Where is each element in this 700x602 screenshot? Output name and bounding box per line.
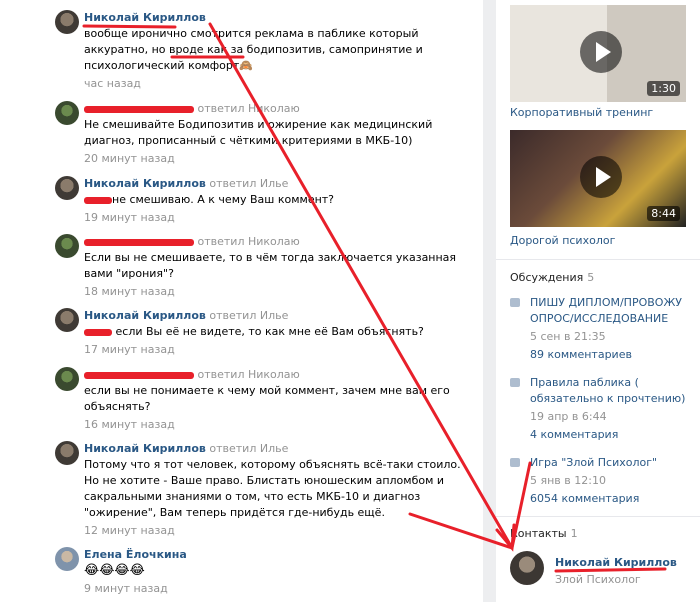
discussion-item[interactable]: Правила паблика ( обязательно к прочтени…	[510, 375, 700, 443]
comment-text: Потому что я тот человек, которому объяс…	[84, 458, 465, 519]
discussion-date: 19 апр в 6:44	[530, 410, 607, 423]
avatar[interactable]	[55, 101, 79, 125]
play-icon[interactable]	[580, 156, 622, 198]
discussion-title[interactable]: Игра "Злой Психолог"	[530, 455, 700, 471]
reply-to[interactable]: ответил Николаю	[198, 368, 300, 381]
right-sidebar: 1:30 Корпоративный тренинг 8:44 Дорогой …	[496, 0, 700, 602]
discussion-icon	[510, 298, 520, 307]
comment-text: Не смешивайте Бодипозитив и ожирение как…	[84, 118, 436, 147]
avatar[interactable]	[55, 10, 79, 34]
comment-time[interactable]: 16 минут назад	[84, 417, 464, 433]
reply-to[interactable]: ответил Николаю	[198, 235, 300, 248]
discussion-item[interactable]: ПИШУ ДИПЛОМ/ПРОВОЖУ ОПРОС/ИССЛЕДОВАНИЕ 5…	[510, 295, 700, 363]
comment-text: 😂😂😂😂	[84, 563, 145, 578]
comment-time[interactable]: 12 минут назад	[84, 523, 464, 539]
reply-to[interactable]: ответил Илье	[209, 442, 288, 455]
redacted-mention	[84, 196, 112, 204]
discussion-icon	[510, 458, 520, 467]
avatar[interactable]	[55, 441, 79, 465]
discussion-title[interactable]: ПИШУ ДИПЛОМ/ПРОВОЖУ ОПРОС/ИССЛЕДОВАНИЕ	[530, 295, 700, 327]
avatar[interactable]	[55, 308, 79, 332]
comment-text: Если вы не смешиваете, то в чём тогда за…	[84, 251, 460, 280]
video-duration: 8:44	[647, 206, 680, 221]
avatar[interactable]	[55, 234, 79, 258]
contacts-header[interactable]: Контакты 1	[510, 527, 578, 540]
comment-author[interactable]: Елена Ёлочкина	[84, 548, 187, 561]
divider	[496, 516, 700, 517]
avatar[interactable]	[55, 547, 79, 571]
reply-to[interactable]: ответил Илье	[209, 177, 288, 190]
redacted-author	[84, 105, 194, 113]
comment-author[interactable]: Николай Кириллов	[84, 442, 206, 455]
play-icon[interactable]	[580, 31, 622, 73]
redacted-mention	[84, 328, 112, 336]
redacted-author	[84, 371, 194, 379]
reply-to[interactable]: ответил Николаю	[198, 102, 300, 115]
avatar[interactable]	[55, 367, 79, 391]
comment-time[interactable]: 19 минут назад	[84, 210, 464, 226]
comment-time[interactable]: 9 минут назад	[84, 581, 464, 597]
discussion-comments[interactable]: 6054 комментария	[530, 491, 700, 507]
video-title[interactable]: Дорогой психолог	[510, 234, 615, 247]
comment-text: не смешиваю. А к чему Ваш коммент?	[112, 193, 335, 206]
comment-time[interactable]: 17 минут назад	[84, 342, 464, 358]
video-duration: 1:30	[647, 81, 680, 96]
discussion-date: 5 сен в 21:35	[530, 330, 606, 343]
comment-author[interactable]: Николай Кириллов	[84, 177, 206, 190]
comment-text: вообще иронично смотрится реклама в пабл…	[84, 27, 427, 72]
contact-role: Злой Психолог	[555, 573, 641, 586]
contact-name[interactable]: Николай Кириллов	[555, 556, 677, 569]
comment-author[interactable]: Николай Кириллов	[84, 11, 206, 24]
discussion-item[interactable]: Игра "Злой Психолог" 5 янв в 12:10 6054 …	[510, 455, 700, 507]
comment-time[interactable]: час назад	[84, 76, 464, 92]
discussions-header[interactable]: Обсуждения 5	[510, 271, 594, 284]
discussion-date: 5 янв в 12:10	[530, 474, 606, 487]
divider	[496, 259, 700, 260]
discussion-icon	[510, 378, 520, 387]
video-thumbnail[interactable]: 1:30	[510, 5, 686, 102]
contact-avatar[interactable]	[510, 551, 544, 585]
discussion-comments[interactable]: 4 комментария	[530, 427, 700, 443]
discussion-comments[interactable]: 89 комментариев	[530, 347, 700, 363]
avatar[interactable]	[55, 176, 79, 200]
reply-to[interactable]: ответил Илье	[209, 309, 288, 322]
comment-text: если Вы её не видете, то как мне её Вам …	[115, 325, 424, 338]
discussion-title[interactable]: Правила паблика ( обязательно к прочтени…	[530, 375, 700, 407]
video-thumbnail[interactable]: 8:44	[510, 130, 686, 227]
video-title[interactable]: Корпоративный тренинг	[510, 106, 653, 119]
comment-time[interactable]: 18 минут назад	[84, 284, 464, 300]
comment-author[interactable]: Николай Кириллов	[84, 309, 206, 322]
comment-text: если вы не понимаете к чему мой коммент,…	[84, 384, 454, 413]
comments-feed: Николай Кириллов вообще иронично смотрит…	[0, 0, 483, 602]
comment-time[interactable]: 20 минут назад	[84, 151, 464, 167]
redacted-author	[84, 238, 194, 246]
